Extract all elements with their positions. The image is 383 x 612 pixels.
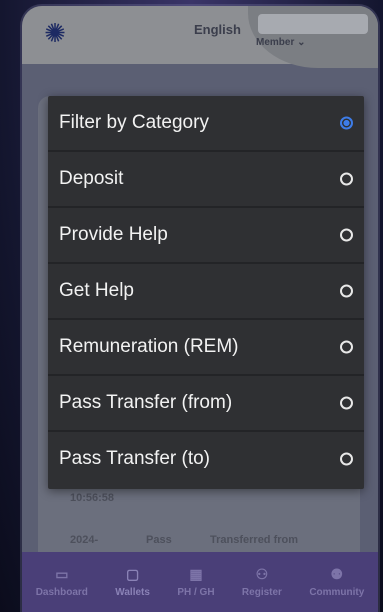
ph-gh-icon: ▦ — [189, 566, 203, 582]
option-label: Pass Transfer (to) — [59, 448, 210, 469]
option-label: Deposit — [59, 168, 124, 189]
row-date: 2024- — [70, 534, 99, 546]
option-label: Get Help — [59, 280, 134, 301]
filter-option-pass-transfer-to[interactable]: Pass Transfer (to) — [48, 432, 364, 486]
register-icon: ⚇ — [255, 566, 269, 582]
row-description: Transferred from — [210, 534, 299, 546]
filter-option-pass-transfer-from[interactable]: Pass Transfer (from) — [48, 376, 364, 432]
radio-icon[interactable] — [340, 340, 353, 354]
radio-icon[interactable] — [340, 172, 353, 186]
radio-icon[interactable] — [340, 228, 353, 242]
option-label: Filter by Category — [59, 112, 209, 133]
member-menu[interactable]: Member ⌄ — [256, 37, 306, 48]
bottom-nav: ▭ Dashboard ▢ Wallets ▦ PH / GH ⚇ Regist… — [22, 552, 378, 612]
filter-option-remuneration[interactable]: Remuneration (REM) — [48, 320, 364, 376]
account-name-box — [258, 14, 368, 34]
row-type: Pass — [146, 534, 172, 546]
radio-icon[interactable] — [340, 284, 353, 298]
community-icon: ⚉ — [330, 566, 344, 582]
row-time: 10:56:58 — [70, 492, 115, 504]
filter-category-dialog: Filter by Category Deposit Provide Help … — [48, 96, 364, 489]
filter-option-get-help[interactable]: Get Help — [48, 264, 364, 320]
dashboard-icon: ▭ — [55, 566, 69, 582]
filter-option-title[interactable]: Filter by Category — [48, 96, 364, 152]
option-label: Remuneration (REM) — [59, 336, 239, 357]
nav-register[interactable]: ⚇ Register — [242, 566, 282, 598]
radio-selected-icon[interactable] — [340, 116, 353, 130]
nav-community[interactable]: ⚉ Community — [309, 566, 364, 598]
nav-dashboard[interactable]: ▭ Dashboard — [36, 566, 88, 598]
nav-wallets[interactable]: ▢ Wallets — [115, 566, 150, 598]
header-bar: ✺ English Member ⌄ — [22, 6, 378, 68]
logo-icon[interactable]: ✺ — [38, 16, 72, 50]
option-label: Pass Transfer (from) — [59, 392, 233, 413]
filter-option-deposit[interactable]: Deposit — [48, 152, 364, 208]
option-label: Provide Help — [59, 224, 168, 245]
filter-option-provide-help[interactable]: Provide Help — [48, 208, 364, 264]
radio-icon[interactable] — [340, 396, 353, 410]
nav-ph-gh[interactable]: ▦ PH / GH — [177, 566, 214, 598]
wallet-icon: ▢ — [126, 566, 140, 582]
language-selector[interactable]: English — [194, 22, 241, 37]
radio-icon[interactable] — [340, 452, 353, 466]
